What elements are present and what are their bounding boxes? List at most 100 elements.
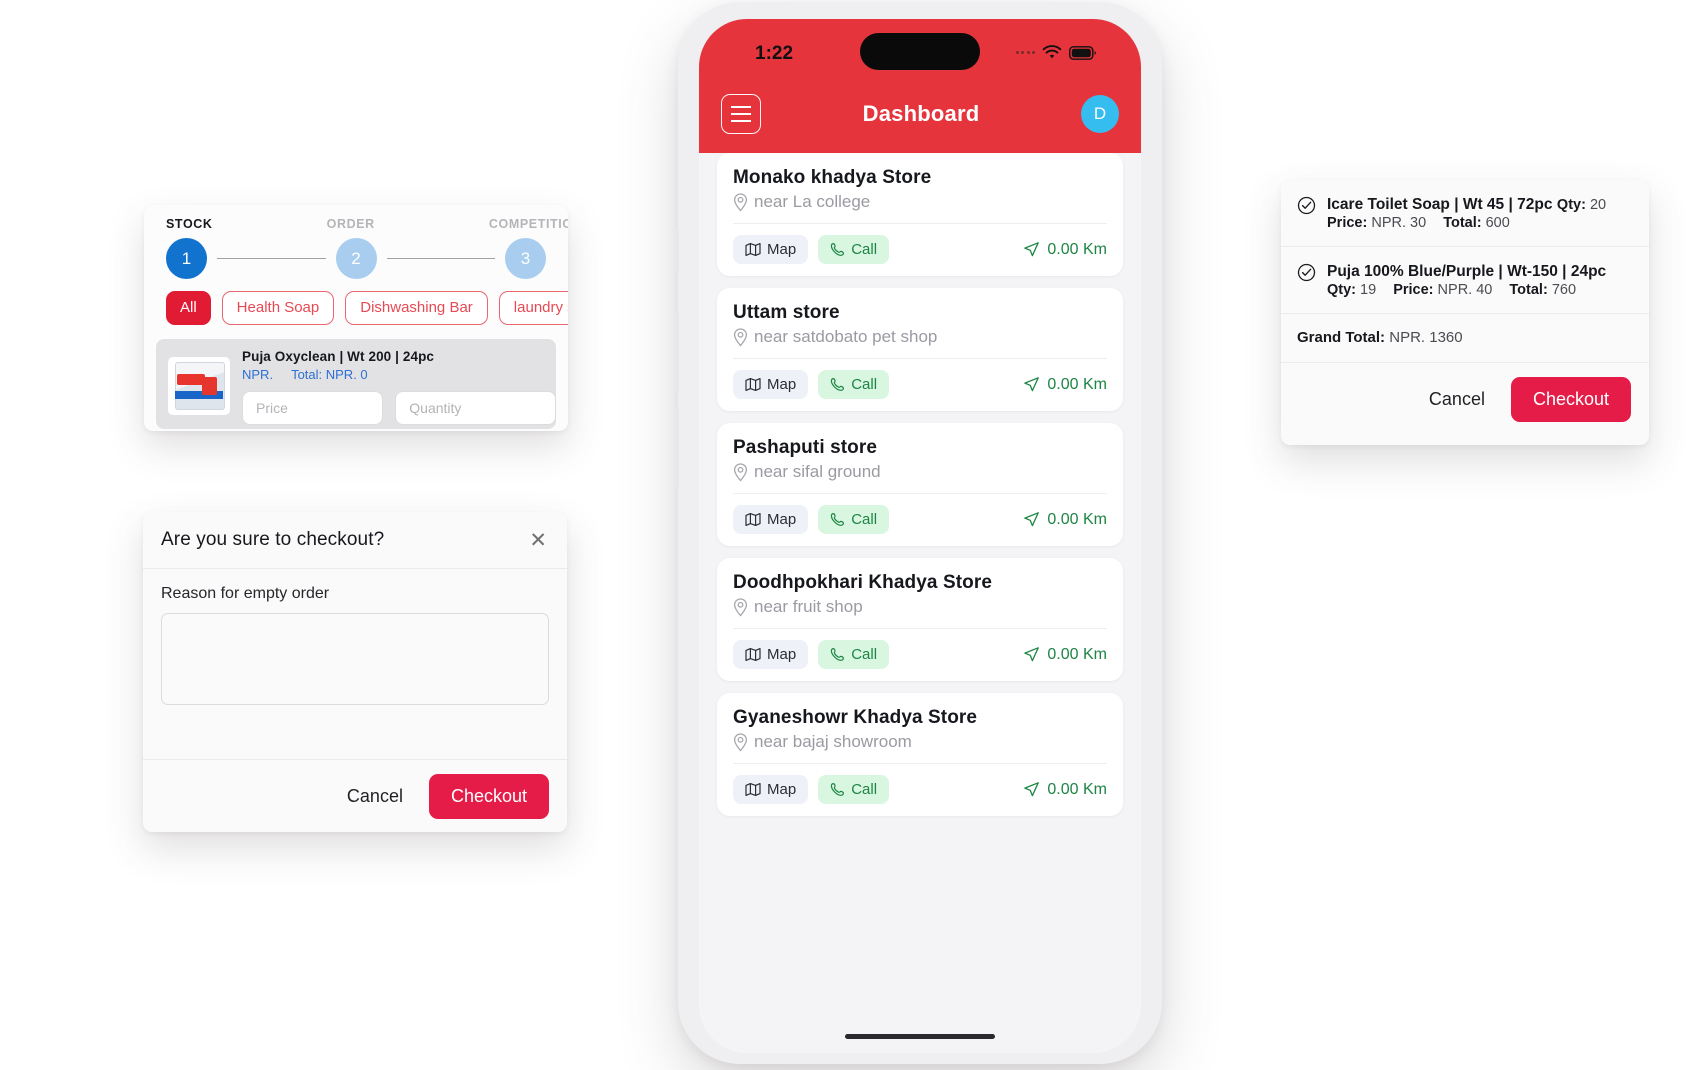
phone-volume-up-button[interactable] — [675, 312, 679, 392]
store-near-text: near bajaj showroom — [754, 732, 912, 751]
stepper-connector-1 — [217, 257, 326, 260]
stock-step-card: STOCK ORDER COMPETITIC 1 2 3 All Health … — [144, 205, 568, 431]
dialog-body: Reason for empty order — [143, 569, 567, 710]
price-value: NPR. 30 — [1371, 215, 1427, 231]
step-label-stock: STOCK — [166, 217, 213, 231]
map-label: Map — [767, 646, 797, 663]
store-card[interactable]: Monako khadya Store near La college Map — [717, 153, 1123, 276]
store-name: Pashaputi store — [733, 437, 878, 458]
store-card[interactable]: Pashaputi store near sifal ground Map Ca… — [717, 423, 1123, 546]
location-pin-icon — [733, 462, 748, 482]
filter-chip-health-soap[interactable]: Health Soap — [221, 291, 335, 325]
step-circle-3[interactable]: 3 — [505, 238, 546, 279]
phone-icon — [830, 647, 845, 662]
store-actions: Map Call 0.00 Km — [733, 223, 1107, 276]
location-pin-icon — [733, 732, 748, 752]
store-name: Doodhpokhari Khadya Store — [733, 572, 993, 593]
product-total: Total: NPR. 0 — [291, 367, 368, 382]
step-circle-1[interactable]: 1 — [166, 238, 207, 279]
step-circle-2[interactable]: 2 — [335, 238, 377, 279]
store-location: near bajaj showroom — [733, 732, 1107, 752]
filter-chip-all[interactable]: All — [166, 291, 211, 325]
summary-item-meta: Qty: 19 Price: NPR. 40 Total: 760 — [1327, 282, 1576, 298]
cancel-button[interactable]: Cancel — [341, 785, 409, 808]
product-stock-row: Puja Oxyclean | Wt 200 | 24pc NPR. Total:… — [156, 339, 556, 429]
map-label: Map — [767, 241, 797, 258]
close-icon[interactable]: ✕ — [529, 530, 547, 551]
map-button[interactable]: Map — [733, 505, 809, 534]
grand-total-label: Grand Total: — [1297, 329, 1386, 346]
call-button[interactable]: Call — [818, 370, 890, 399]
location-pin-icon — [733, 192, 748, 212]
quantity-input[interactable]: Quantity — [395, 391, 556, 425]
total-label: Total: — [1509, 282, 1548, 298]
store-card[interactable]: Uttam store near satdobato pet shop Map — [717, 288, 1123, 411]
dynamic-island — [860, 33, 980, 70]
store-location: near La college — [733, 192, 1107, 212]
price-input[interactable]: Price — [242, 391, 384, 425]
store-name: Uttam store — [733, 302, 840, 323]
store-near-text: near La college — [754, 192, 871, 211]
store-actions: Map Call 0.00 Km — [733, 628, 1107, 681]
battery-icon — [1069, 45, 1097, 60]
grand-total-row: Grand Total: NPR. 1360 — [1281, 314, 1649, 363]
dialog-header: Are you sure to checkout? ✕ — [143, 512, 567, 569]
page-root: STOCK ORDER COMPETITIC 1 2 3 All Health … — [0, 0, 1702, 1068]
call-button[interactable]: Call — [818, 640, 890, 669]
product-price-summary: NPR. Total: NPR. 0 — [242, 367, 556, 382]
checkout-confirm-dialog: Are you sure to checkout? ✕ Reason for e… — [143, 512, 567, 832]
store-card[interactable]: Doodhpokhari Khadya Store near fruit sho… — [717, 558, 1123, 681]
filter-chip-dishwashing-bar[interactable]: Dishwashing Bar — [345, 291, 488, 325]
call-label: Call — [851, 646, 878, 663]
call-label: Call — [851, 241, 878, 258]
summary-item-text: Puja 100% Blue/Purple | Wt-150 | 24pc Qt… — [1327, 263, 1631, 299]
map-button[interactable]: Map — [733, 775, 809, 804]
product-thumbnail — [168, 357, 230, 415]
store-distance: 0.00 Km — [1023, 241, 1107, 259]
signal-icon — [1015, 51, 1035, 54]
checkout-button[interactable]: Checkout — [428, 773, 549, 819]
stepper-circles: 1 2 3 — [166, 238, 546, 279]
map-button[interactable]: Map — [733, 640, 809, 669]
store-distance: 0.00 Km — [1023, 511, 1107, 529]
distance-text: 0.00 Km — [1047, 510, 1107, 528]
category-filter-row: All Health Soap Dishwashing Bar laundry … — [144, 289, 568, 325]
hamburger-menu-icon[interactable] — [721, 94, 761, 134]
reason-textarea[interactable] — [161, 613, 549, 705]
phone-silent-switch[interactable] — [675, 228, 679, 274]
filter-chip-laundry-soap[interactable]: laundry soap — [498, 291, 568, 325]
store-card[interactable]: Gyaneshowr Khadya Store near bajaj showr… — [717, 693, 1123, 816]
map-button[interactable]: Map — [733, 235, 809, 264]
store-distance: 0.00 Km — [1023, 376, 1107, 394]
navigation-arrow-icon — [1023, 376, 1040, 393]
store-location: near sifal ground — [733, 462, 1107, 482]
call-button[interactable]: Call — [818, 505, 890, 534]
avatar[interactable]: D — [1081, 95, 1119, 133]
step-label-competition: COMPETITIC — [488, 217, 568, 231]
status-indicators — [1015, 45, 1098, 60]
phone-mockup: 1:22 Dashboard D Monako khadya Store nea… — [670, 0, 1170, 1070]
navigation-arrow-icon — [1023, 241, 1040, 258]
checkout-button[interactable]: Checkout — [1510, 377, 1631, 422]
store-name: Gyaneshowr Khadya Store — [733, 707, 978, 728]
call-button[interactable]: Call — [818, 235, 890, 264]
price-label: Price: — [1393, 282, 1434, 298]
map-icon — [745, 782, 761, 797]
phone-icon — [830, 377, 845, 392]
dialog-title: Are you sure to checkout? — [161, 529, 385, 550]
phone-icon — [830, 242, 845, 257]
qty-value: 19 — [1360, 282, 1377, 298]
summary-item-name: Puja 100% Blue/Purple | Wt-150 | 24pc — [1327, 263, 1607, 280]
home-indicator[interactable] — [845, 1034, 995, 1039]
status-bar: 1:22 — [699, 19, 1141, 77]
cancel-button[interactable]: Cancel — [1423, 388, 1491, 411]
call-button[interactable]: Call — [818, 775, 890, 804]
location-pin-icon — [733, 597, 748, 617]
qty-label: Qty: — [1556, 197, 1586, 213]
store-actions: Map Call 0.00 Km — [733, 763, 1107, 816]
map-button[interactable]: Map — [733, 370, 809, 399]
store-name: Monako khadya Store — [733, 167, 932, 188]
store-actions: Map Call 0.00 Km — [733, 358, 1107, 411]
store-distance: 0.00 Km — [1023, 781, 1107, 799]
phone-volume-down-button[interactable] — [675, 408, 679, 488]
